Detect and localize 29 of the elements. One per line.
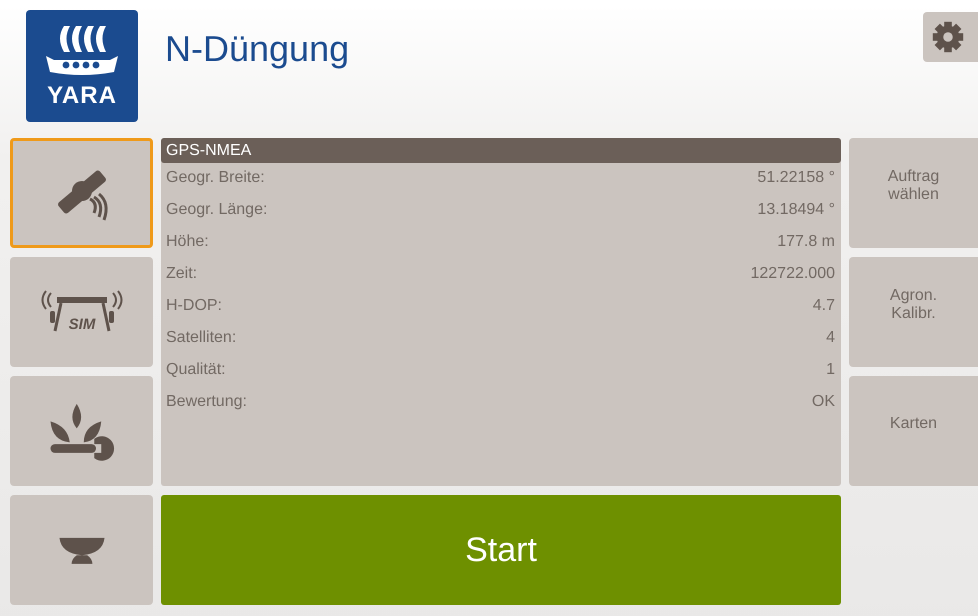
sidebar-button[interactable]: SIM [10, 257, 153, 367]
field-value: 4.7 [812, 296, 835, 316]
field-value: OK [812, 392, 835, 412]
field-label: Höhe: [166, 232, 209, 252]
field-label: Qualität: [166, 360, 226, 380]
sim-label: SIM [68, 316, 95, 333]
menu-button[interactable]: Karten [849, 376, 978, 486]
field-value: 4 [826, 328, 835, 348]
field-value: 177.8 m [777, 232, 835, 252]
menu-button[interactable]: Auftrag wählen [849, 138, 978, 248]
field-label: Geogr. Länge: [166, 200, 268, 220]
field-label: Satelliten: [166, 328, 236, 348]
page-title: N-Düngung [165, 28, 350, 70]
sidebar-button[interactable] [10, 495, 153, 605]
settings-button[interactable] [923, 12, 978, 62]
field-value: 122722.000 [750, 264, 835, 284]
field-label: Zeit: [166, 264, 198, 284]
sidebar-button[interactable] [10, 376, 153, 486]
field-value: 13.18494 ° [757, 200, 835, 220]
menu-button[interactable]: Agron. Kalibr. [849, 257, 978, 367]
logo-text: YARA [47, 82, 117, 110]
sidebar-button[interactable] [10, 138, 153, 248]
field-value: 51.22158 ° [757, 168, 835, 188]
field-label: Geogr. Breite: [166, 168, 265, 188]
field-label: H-DOP: [166, 296, 222, 316]
start-button[interactable]: Start [161, 495, 841, 605]
panel-header: GPS-NMEA [161, 138, 841, 163]
field-value: 1 [826, 360, 835, 380]
field-label: Bewertung: [166, 392, 247, 412]
